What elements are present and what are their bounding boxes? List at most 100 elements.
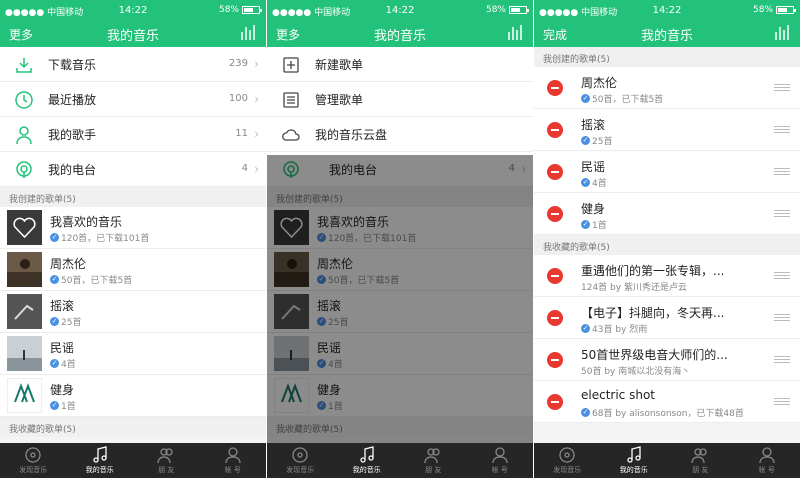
plus-square-icon bbox=[283, 57, 299, 73]
tab-account[interactable]: 帐 号 bbox=[467, 443, 534, 478]
drag-handle-icon[interactable] bbox=[774, 398, 790, 405]
menu-item-label: 我的电台 bbox=[48, 163, 97, 177]
equalizer-icon[interactable] bbox=[774, 24, 790, 40]
music-note-icon bbox=[627, 446, 641, 463]
menu-item-cloud-drive[interactable]: 我的音乐云盘 bbox=[267, 117, 533, 152]
playlist-name: 民谣 bbox=[581, 160, 606, 174]
tab-friends[interactable]: 朋 友 bbox=[133, 443, 200, 478]
menu-item-label: 管理歌单 bbox=[315, 93, 364, 107]
tab-label: 我的音乐 bbox=[619, 466, 648, 474]
drag-handle-icon[interactable] bbox=[774, 126, 790, 133]
disc-icon bbox=[559, 447, 575, 463]
nav-bar: 完成 我的音乐 bbox=[534, 20, 800, 47]
header: ●●●●● 中国移动 14:22 58% 更多 我的音乐 bbox=[267, 0, 533, 47]
check-icon: ✓ bbox=[50, 275, 59, 284]
disc-icon bbox=[25, 447, 41, 463]
section-header-created[interactable]: 我创建的歌单(5) bbox=[534, 47, 800, 67]
menu-item-label: 最近播放 bbox=[48, 93, 97, 107]
section-header-created[interactable]: 我创建的歌单(5) bbox=[0, 187, 266, 207]
playlist-name: 摇滚 bbox=[50, 299, 75, 313]
tab-discover[interactable]: 发现音乐 bbox=[534, 443, 601, 478]
drag-handle-icon[interactable] bbox=[774, 356, 790, 363]
section-label: 我创建的歌单(5) bbox=[9, 195, 76, 205]
delete-button[interactable] bbox=[547, 80, 563, 96]
playlist-row[interactable]: 健身 ✓ 1首 bbox=[0, 375, 266, 417]
menu-item-count: 100 bbox=[228, 93, 248, 104]
playlist-info: 25首 bbox=[592, 137, 613, 147]
playlist-name: 我喜欢的音乐 bbox=[50, 215, 123, 229]
delete-button[interactable] bbox=[547, 122, 563, 138]
tab-bar: 发现音乐 我的音乐 朋 友 帐 号 bbox=[0, 443, 266, 478]
check-icon: ✓ bbox=[581, 94, 590, 103]
tab-friends[interactable]: 朋 友 bbox=[400, 443, 467, 478]
delete-button[interactable] bbox=[547, 206, 563, 222]
playlist-info: 120首，已下载101首 bbox=[61, 234, 150, 244]
section-label: 我收藏的歌单(5) bbox=[543, 243, 610, 253]
check-icon: ✓ bbox=[581, 136, 590, 145]
tab-bar: 发现音乐 我的音乐 朋 友 帐 号 bbox=[534, 443, 800, 478]
playlist-name: 健身 bbox=[581, 202, 606, 216]
header: ●●●●● 中国移动 14:22 58% 更多 我的音乐 bbox=[0, 0, 266, 47]
playlist-row[interactable]: 摇滚 ✓ 25首 bbox=[0, 291, 266, 333]
check-icon: ✓ bbox=[581, 178, 590, 187]
playlist-row[interactable]: 我喜欢的音乐 ✓ 120首，已下载101首 bbox=[0, 207, 266, 249]
dim-overlay[interactable] bbox=[267, 155, 533, 443]
header: ●●●●● 中国移动 14:22 58% 完成 我的音乐 bbox=[534, 0, 800, 47]
menu-item-label: 新建歌单 bbox=[315, 58, 364, 72]
menu-item-count: 239 bbox=[228, 58, 248, 69]
section-header-collected[interactable]: 我收藏的歌单(5) bbox=[534, 235, 800, 255]
playlist-info: 124首 by 紫川秀还是卢云 bbox=[581, 283, 687, 293]
playlist-row[interactable]: 周杰伦 ✓ 50首，已下载5首 bbox=[0, 249, 266, 291]
menu-item-new-playlist[interactable]: 新建歌单 bbox=[267, 47, 533, 82]
section-header-collected[interactable]: 我收藏的歌单(5) bbox=[0, 417, 266, 437]
drag-handle-icon[interactable] bbox=[774, 168, 790, 175]
tab-account[interactable]: 帐 号 bbox=[734, 443, 800, 478]
chevron-right-icon: › bbox=[254, 92, 259, 106]
tab-label: 朋 友 bbox=[158, 466, 175, 474]
menu-item-manage-playlists[interactable]: 管理歌单 bbox=[267, 82, 533, 117]
playlist-name: 【电子】抖腿向，冬天再... bbox=[581, 306, 725, 320]
editable-playlist-row: 【电子】抖腿向，冬天再... ✓ 43首 by 烈雨 bbox=[534, 297, 800, 339]
tab-friends[interactable]: 朋 友 bbox=[667, 443, 734, 478]
tab-my-music[interactable]: 我的音乐 bbox=[67, 443, 134, 478]
drag-handle-icon[interactable] bbox=[774, 314, 790, 321]
tab-my-music[interactable]: 我的音乐 bbox=[334, 443, 401, 478]
music-note-icon bbox=[360, 446, 374, 463]
tab-bar: 发现音乐 我的音乐 朋 友 帐 号 bbox=[267, 443, 533, 478]
drag-handle-icon[interactable] bbox=[774, 84, 790, 91]
chevron-right-icon: › bbox=[254, 127, 259, 141]
section-label: 我收藏的歌单(5) bbox=[9, 425, 76, 435]
playlist-info: 25首 bbox=[61, 318, 82, 328]
equalizer-icon[interactable] bbox=[240, 24, 256, 40]
menu-item-recent[interactable]: 最近播放 100 › bbox=[0, 82, 266, 117]
playlist-cover bbox=[7, 336, 42, 371]
menu-item-artists[interactable]: 我的歌手 11 › bbox=[0, 117, 266, 152]
delete-button[interactable] bbox=[547, 352, 563, 368]
equalizer-icon[interactable] bbox=[507, 24, 523, 40]
check-icon: ✓ bbox=[581, 324, 590, 333]
tab-my-music[interactable]: 我的音乐 bbox=[601, 443, 668, 478]
playlist-info: 1首 bbox=[61, 402, 76, 412]
battery: 58% bbox=[486, 5, 529, 15]
menu-item-downloads[interactable]: 下载音乐 239 › bbox=[0, 47, 266, 82]
menu-item-label: 我的音乐云盘 bbox=[315, 128, 388, 142]
tab-discover[interactable]: 发现音乐 bbox=[0, 443, 67, 478]
delete-button[interactable] bbox=[547, 268, 563, 284]
delete-button[interactable] bbox=[547, 394, 563, 410]
menu-item-radio[interactable]: 我的电台 4 › bbox=[0, 152, 266, 187]
drag-handle-icon[interactable] bbox=[774, 210, 790, 217]
menu-item-label: 我的歌手 bbox=[48, 128, 97, 142]
clock-icon bbox=[15, 91, 33, 109]
playlist-name: 周杰伦 bbox=[581, 76, 618, 90]
battery-icon bbox=[242, 6, 262, 14]
tab-discover[interactable]: 发现音乐 bbox=[267, 443, 334, 478]
delete-button[interactable] bbox=[547, 310, 563, 326]
tab-account[interactable]: 帐 号 bbox=[200, 443, 267, 478]
friends-icon bbox=[691, 448, 707, 464]
playlist-row[interactable]: 民谣 ✓ 4首 bbox=[0, 333, 266, 375]
editable-playlist-row: 50首世界级电音大师们的... 50首 by 南城以北没有海丶 bbox=[534, 339, 800, 381]
editable-playlist-row: electric shot ✓ 68首 by alisonsonson，已下载48… bbox=[534, 381, 800, 423]
drag-handle-icon[interactable] bbox=[774, 272, 790, 279]
delete-button[interactable] bbox=[547, 164, 563, 180]
battery-percent: 58% bbox=[752, 5, 773, 15]
